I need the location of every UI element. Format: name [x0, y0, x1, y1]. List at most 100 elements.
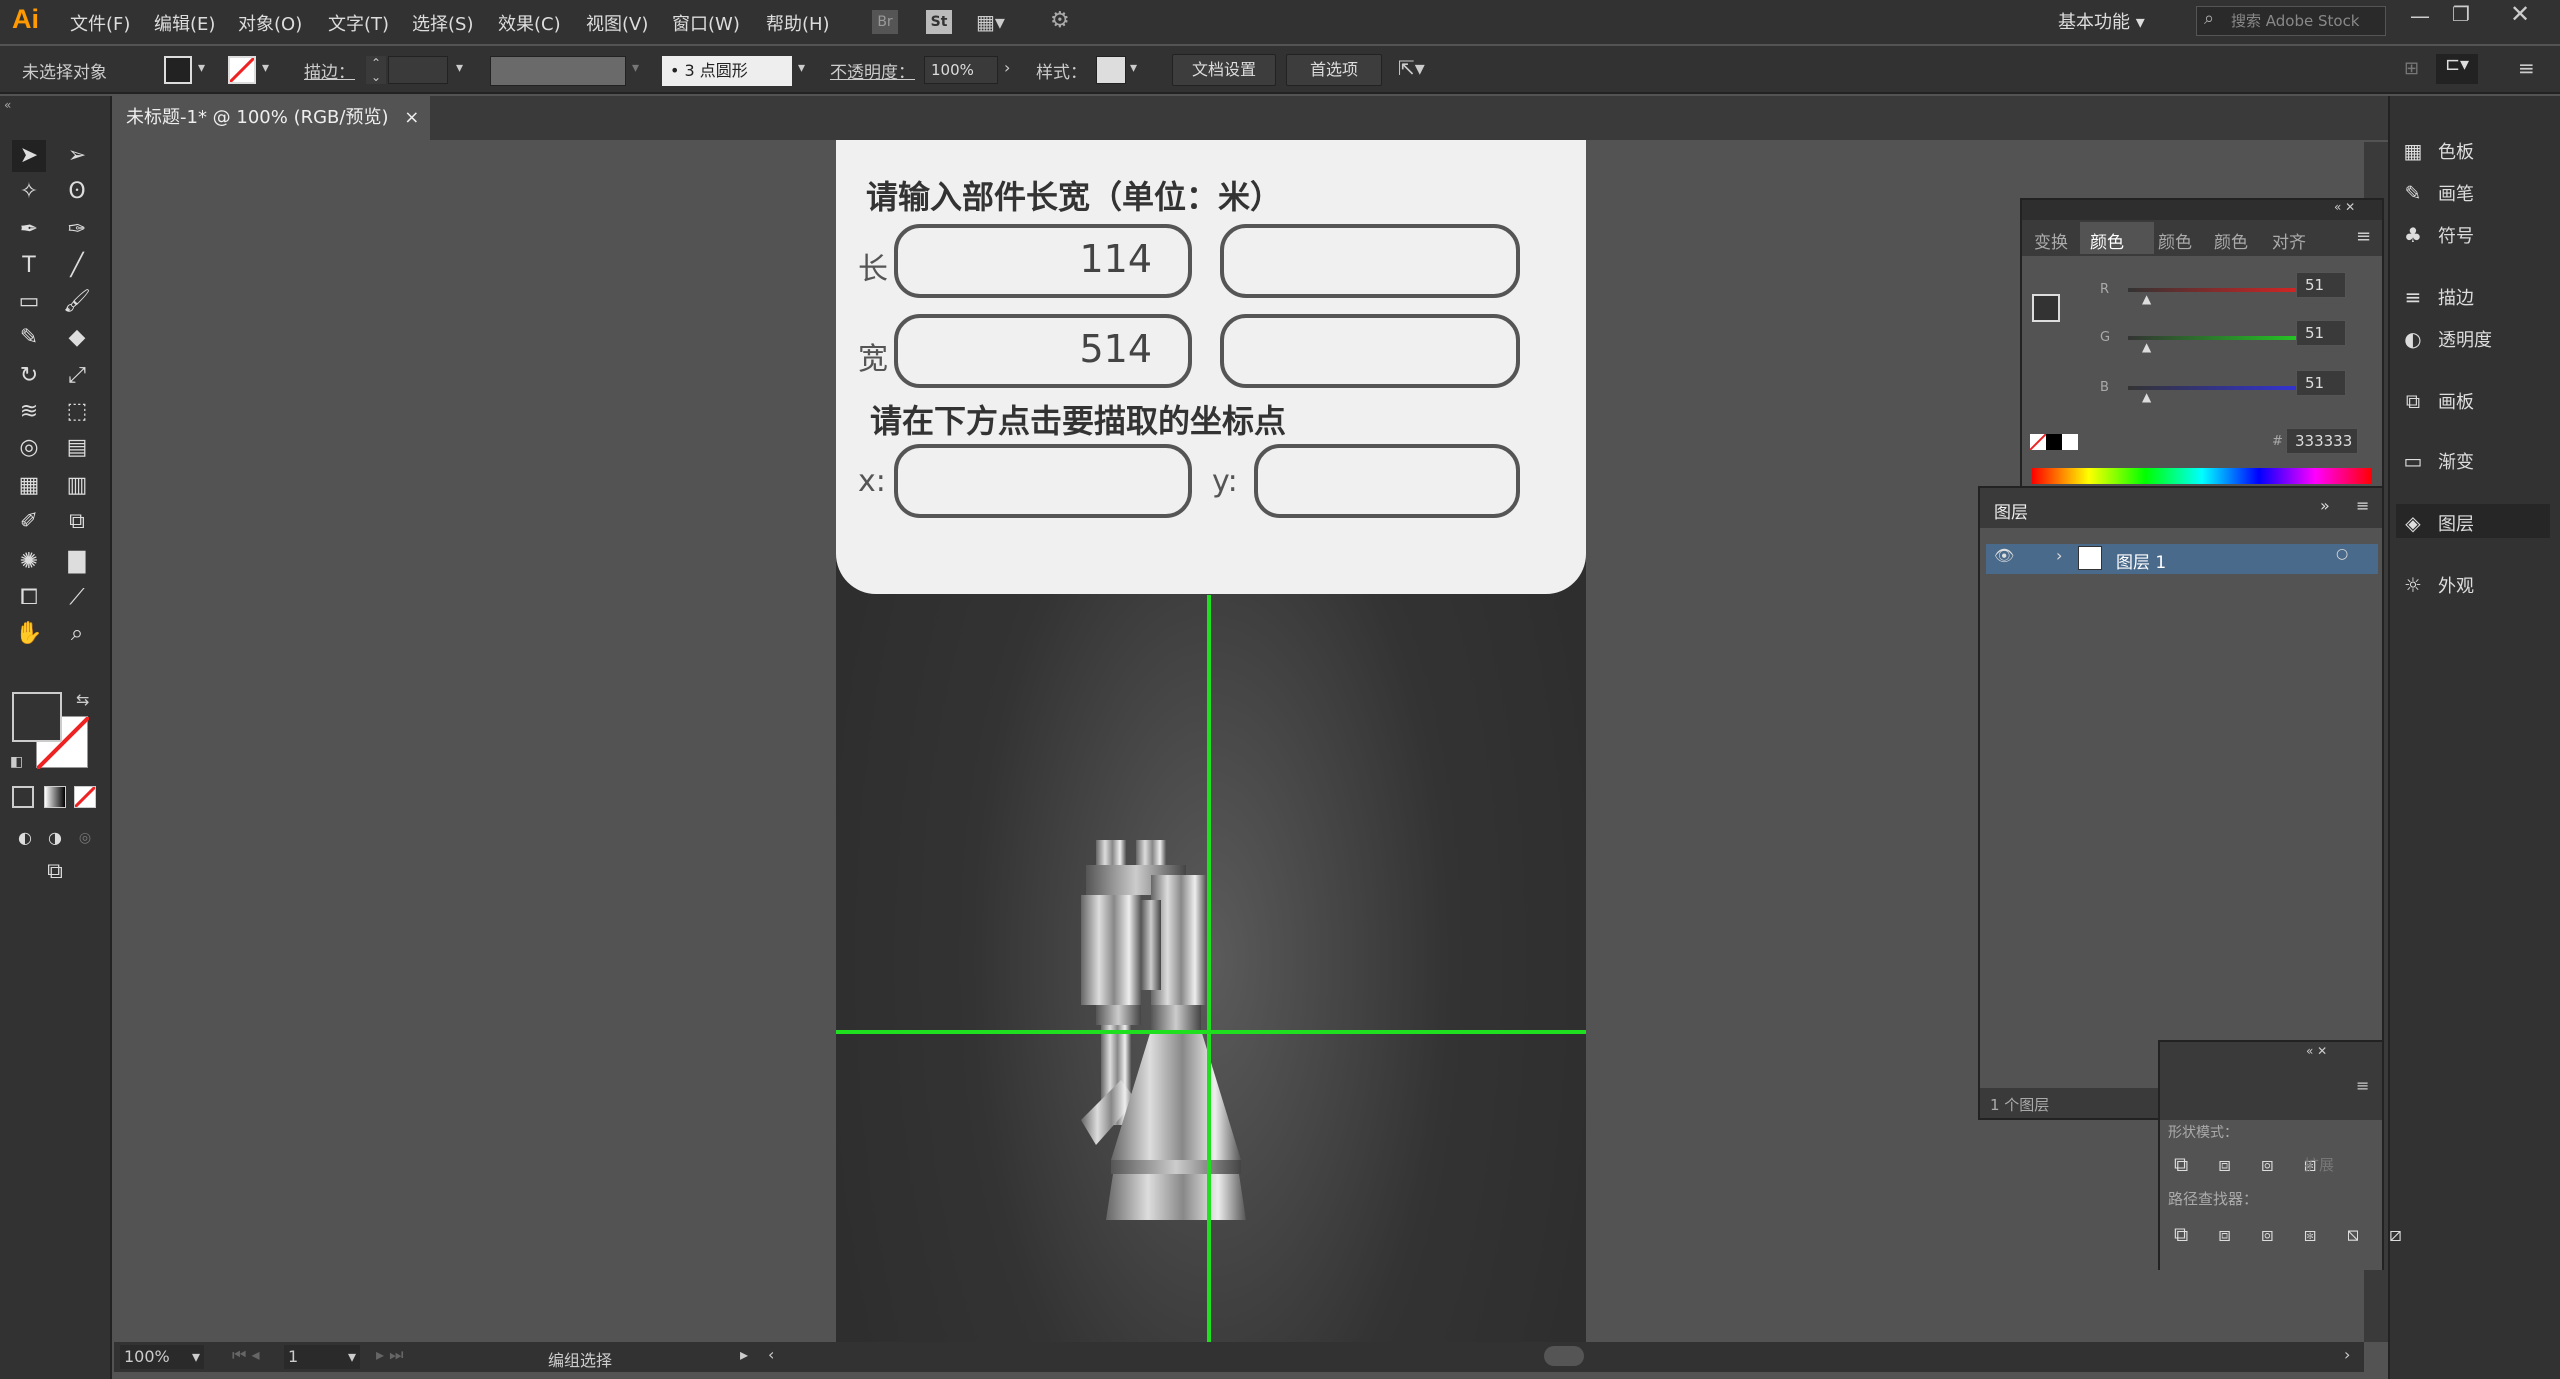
preferences-button[interactable]: 首选项: [1286, 54, 1382, 86]
slice-tool-icon[interactable]: ⟋: [60, 582, 94, 614]
menu-file[interactable]: 文件(F): [70, 10, 130, 36]
panel-brushes[interactable]: ✎ 画笔: [2398, 180, 2474, 206]
expand-layer-icon[interactable]: ›: [2056, 546, 2062, 565]
zoom-select[interactable]: 100% ▾: [120, 1345, 204, 1369]
stroke-label[interactable]: 描边：: [304, 58, 355, 83]
length-secondary-input[interactable]: [1220, 224, 1520, 298]
graph-tool-icon[interactable]: ▇: [60, 546, 94, 578]
status-arrow-icon[interactable]: ▸: [740, 1345, 748, 1364]
menu-view[interactable]: 视图(V): [586, 10, 648, 36]
layer-row[interactable]: [1986, 544, 2378, 574]
stroke-weight-stepper[interactable]: ⌃ ⌄: [366, 56, 386, 84]
scroll-left-icon[interactable]: ‹: [768, 1345, 774, 1364]
draw-inside-icon[interactable]: ◎: [68, 822, 102, 854]
minimize-icon[interactable]: —: [2410, 4, 2430, 28]
panel-layers[interactable]: ◈ 图层: [2398, 510, 2474, 536]
collapse-icon[interactable]: «: [4, 98, 11, 112]
rectangle-tool-icon[interactable]: ▭: [12, 286, 46, 318]
length-input[interactable]: 114: [894, 224, 1192, 298]
brush-dropdown-icon[interactable]: ▾: [798, 60, 805, 76]
gradient-mode-icon[interactable]: [44, 786, 66, 808]
warp-tool-icon[interactable]: ≋: [12, 396, 46, 428]
stroke-weight-input[interactable]: [388, 56, 448, 84]
expand-panel-icon[interactable]: »: [2320, 496, 2330, 515]
variable-width-profile[interactable]: [490, 56, 626, 86]
pathfinder-buttons[interactable]: ⧉⧈⧇⧆⧅⧄: [2174, 1222, 2432, 1246]
visibility-eye-icon[interactable]: 👁: [1994, 546, 2014, 565]
panel-artboards[interactable]: ⧉ 画板: [2398, 388, 2474, 414]
tab-align[interactable]: 对齐: [2272, 228, 2306, 253]
opacity-input[interactable]: 100%: [924, 56, 998, 84]
tab-color-themes[interactable]: 颜色: [2214, 228, 2248, 253]
menu-window[interactable]: 窗口(W): [672, 10, 740, 36]
menu-select[interactable]: 选择(S): [412, 10, 473, 36]
type-tool-icon[interactable]: T: [12, 250, 46, 282]
graphic-style-swatch[interactable]: [1096, 56, 1126, 84]
stroke-dropdown-icon[interactable]: ▾: [262, 60, 269, 76]
paintbrush-tool-icon[interactable]: 🖌: [60, 286, 94, 318]
document-setup-button[interactable]: 文档设置: [1172, 54, 1276, 86]
arrange-docs-icon[interactable]: ▦▾: [976, 10, 1005, 34]
align-icon[interactable]: ⊞: [2404, 58, 2419, 79]
menu-type[interactable]: 文字(T): [328, 10, 389, 36]
menu-icon[interactable]: ≡: [2518, 56, 2535, 80]
panel-appearance[interactable]: ☼ 外观: [2398, 572, 2474, 598]
g-value-input[interactable]: 51: [2296, 320, 2346, 346]
panel-symbols[interactable]: ♣ 符号: [2398, 222, 2474, 248]
width-secondary-input[interactable]: [1220, 314, 1520, 388]
menu-object[interactable]: 对象(O): [238, 10, 302, 36]
shape-builder-tool-icon[interactable]: ◎: [12, 432, 46, 464]
eraser-tool-icon[interactable]: ◆: [60, 322, 94, 354]
hex-input[interactable]: 333333: [2286, 428, 2358, 454]
restore-icon[interactable]: ❐: [2452, 2, 2470, 26]
panel-transparency[interactable]: ◐ 透明度: [2398, 326, 2492, 352]
line-tool-icon[interactable]: ╱: [60, 250, 94, 282]
r-slider-thumb[interactable]: ▲: [2142, 292, 2151, 306]
panel-gradient[interactable]: ▭ 渐变: [2398, 448, 2474, 474]
hand-tool-icon[interactable]: ✋: [12, 618, 46, 650]
shaper-tool-icon[interactable]: ✎: [12, 322, 46, 354]
document-tab[interactable]: 未标题-1* @ 100% (RGB/预览) ×: [112, 96, 430, 140]
direct-selection-tool-icon[interactable]: ➢: [60, 140, 94, 172]
menu-effect[interactable]: 效果(C): [498, 10, 561, 36]
expand-button[interactable]: 扩展: [2304, 1154, 2334, 1175]
swap-colors-icon[interactable]: ⇆: [76, 690, 89, 709]
horizontal-scroll-thumb[interactable]: [1544, 1346, 1584, 1366]
pen-tool-icon[interactable]: ✒: [12, 214, 46, 246]
none-swatch[interactable]: [2029, 433, 2047, 451]
perspective-grid-tool-icon[interactable]: ▤: [60, 432, 94, 464]
tab-transform[interactable]: 变换: [2034, 228, 2068, 253]
stroke-weight-dropdown-icon[interactable]: ▾: [456, 60, 463, 76]
close-tab-icon[interactable]: ×: [404, 107, 419, 128]
magic-wand-tool-icon[interactable]: ✧: [12, 176, 46, 208]
panel-options-icon[interactable]: ⊏▾: [2436, 54, 2478, 84]
page-select[interactable]: 1 ▾: [284, 1345, 360, 1369]
panel-menu-icon[interactable]: ≡: [2356, 1076, 2369, 1095]
width-input[interactable]: 514: [894, 314, 1192, 388]
default-colors-icon[interactable]: ◧: [10, 754, 23, 770]
none-mode-icon[interactable]: [73, 785, 97, 809]
fill-dropdown-icon[interactable]: ▾: [198, 60, 205, 76]
g-slider-thumb[interactable]: ▲: [2142, 340, 2151, 354]
collapse-icon[interactable]: « ✕: [2306, 1044, 2327, 1058]
b-value-input[interactable]: 51: [2296, 370, 2346, 396]
panel-menu-icon[interactable]: ≡: [2356, 496, 2369, 515]
first-page-icon[interactable]: ⏮ ◂: [232, 1345, 260, 1365]
eyedropper-tool-icon[interactable]: ✐: [12, 506, 46, 538]
layer-name[interactable]: 图层 1: [2116, 548, 2166, 573]
stroke-swatch[interactable]: [228, 56, 256, 84]
brush-definition[interactable]: • 3 点圆形: [662, 56, 792, 86]
fill-swatch[interactable]: [164, 56, 192, 84]
free-transform-tool-icon[interactable]: ⬚: [60, 396, 94, 428]
black-swatch[interactable]: [2046, 434, 2062, 450]
artboard-tool-icon[interactable]: ⧠: [12, 582, 46, 614]
tab-color-guide[interactable]: 颜色: [2158, 228, 2192, 253]
panel-stroke[interactable]: ≡ 描边: [2398, 284, 2474, 310]
rotate-tool-icon[interactable]: ↻: [12, 360, 46, 392]
b-slider-thumb[interactable]: ▲: [2142, 390, 2151, 404]
white-swatch[interactable]: [2062, 434, 2078, 450]
menu-help[interactable]: 帮助(H): [766, 10, 830, 36]
scale-tool-icon[interactable]: ⤢: [60, 360, 94, 392]
opacity-arrow-icon[interactable]: ›: [1004, 58, 1010, 77]
tab-color[interactable]: 颜色: [2090, 228, 2124, 253]
